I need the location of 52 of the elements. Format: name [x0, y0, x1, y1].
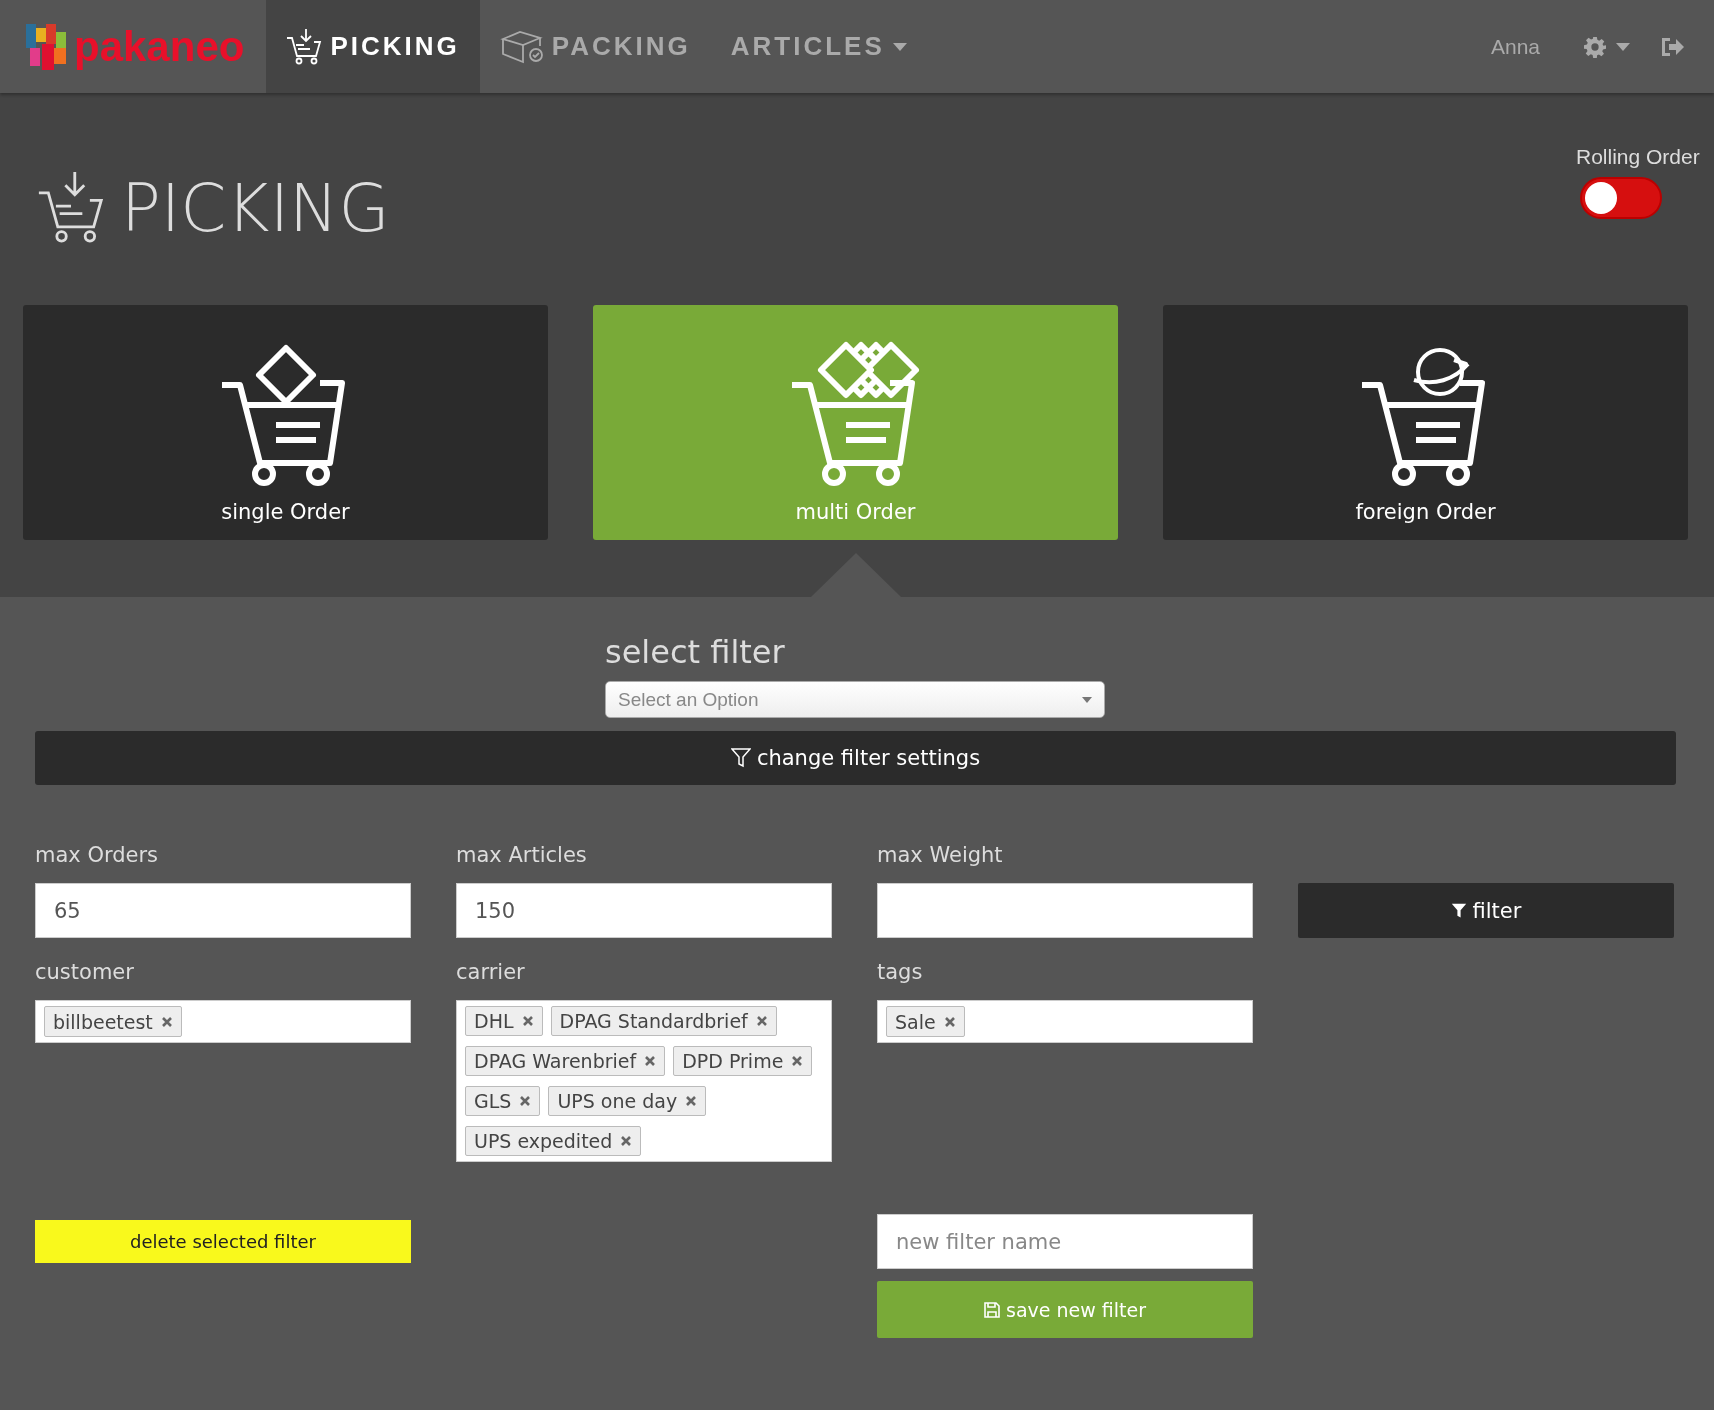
filter-button[interactable]: filter [1298, 883, 1674, 938]
tag-chip: GLS [465, 1086, 541, 1116]
caret-icon [892, 42, 907, 51]
input-field[interactable] [877, 883, 1253, 938]
settings-icon [1584, 35, 1606, 58]
nav-tab[interactable]: PICKING [266, 0, 480, 93]
caret-icon [1082, 696, 1092, 703]
page-title: PICKING [121, 169, 390, 247]
input-field[interactable]: 65 [35, 883, 411, 938]
toggle-label: Rolling Order [1576, 145, 1700, 169]
logo-icon [26, 23, 68, 70]
filter-icon [730, 748, 751, 768]
field-label: customer [35, 960, 135, 986]
field-label: max Orders [35, 843, 160, 869]
remove-icon[interactable] [519, 1095, 532, 1107]
tag-chip: DPD Prime [673, 1046, 813, 1076]
remove-icon[interactable] [644, 1055, 657, 1067]
box-icon [499, 29, 544, 64]
tag-field[interactable]: DHL DPAG Standardbrief DPAG Warenbrief DPD Prime GLS UPS one day UPS expedited [456, 1000, 832, 1162]
change-filter-button[interactable]: change filter settings [35, 731, 1676, 785]
remove-icon[interactable] [160, 1015, 173, 1028]
filter-name-field[interactable]: new filter name [877, 1214, 1253, 1269]
tag-chip: billbeetest [44, 1006, 182, 1037]
remove-icon[interactable] [521, 1015, 534, 1027]
remove-icon[interactable] [791, 1055, 804, 1067]
remove-icon[interactable] [943, 1015, 956, 1028]
tag-chip: UPS expedited [465, 1126, 642, 1156]
field-label: tags [877, 960, 924, 986]
filter-icon [1450, 902, 1467, 919]
remove-icon[interactable] [620, 1135, 633, 1147]
tag-chip: DPAG Warenbrief [465, 1046, 666, 1076]
field-label: max Weight [877, 843, 1004, 869]
tag-chip: UPS one day [548, 1086, 707, 1116]
delete-filter-button[interactable]: delete selected filter [35, 1220, 411, 1263]
order-type-card[interactable]: foreign Order [1163, 305, 1688, 540]
remove-icon[interactable] [755, 1015, 768, 1027]
logout-icon[interactable] [1660, 35, 1684, 58]
tag-chip: Sale [886, 1006, 965, 1037]
remove-icon[interactable] [685, 1095, 698, 1107]
section-title: select filter [605, 633, 786, 671]
tag-chip: DHL [465, 1006, 543, 1036]
cart-icon [286, 27, 323, 66]
input-field[interactable]: 150 [456, 883, 832, 938]
tag-chip: DPAG Standardbrief [550, 1006, 777, 1036]
field-label: max Articles [456, 843, 588, 869]
field-label: carrier [456, 960, 526, 986]
save-icon [984, 1301, 1000, 1318]
tag-field[interactable]: billbeetest [35, 1000, 411, 1043]
order-type-card[interactable]: single Order [23, 305, 548, 540]
tag-field[interactable]: Sale [877, 1000, 1253, 1043]
caret-icon [1616, 42, 1630, 51]
rolling-order-toggle[interactable] [1580, 177, 1662, 219]
